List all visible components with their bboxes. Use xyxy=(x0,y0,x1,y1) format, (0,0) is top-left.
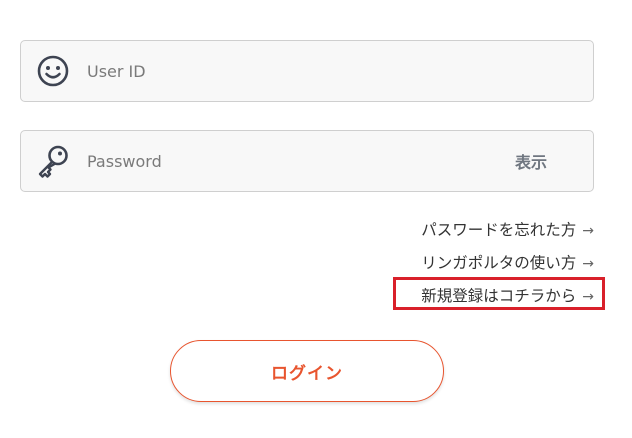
smiley-face-icon xyxy=(37,55,69,87)
login-button-label: ログイン xyxy=(271,363,343,384)
user-id-input[interactable] xyxy=(87,41,487,101)
password-field[interactable]: 表示 xyxy=(20,130,594,192)
password-input[interactable] xyxy=(87,131,487,191)
forgot-password-label: パスワードを忘れた方 xyxy=(421,221,577,239)
arrow-right-icon: → xyxy=(582,223,594,239)
register-label: 新規登録はコチラから xyxy=(421,287,577,305)
register-link[interactable]: 新規登録はコチラから → xyxy=(421,280,594,313)
how-to-use-label: リンガポルタの使い方 xyxy=(421,254,577,272)
forgot-password-link[interactable]: パスワードを忘れた方 → xyxy=(421,214,594,247)
help-links: パスワードを忘れた方 → リンガポルタの使い方 → 新規登録はコチラから → xyxy=(421,214,594,313)
how-to-use-link[interactable]: リンガポルタの使い方 → xyxy=(421,247,594,280)
user-id-field[interactable] xyxy=(20,40,594,102)
login-button[interactable]: ログイン xyxy=(170,340,444,402)
arrow-right-icon: → xyxy=(582,256,594,272)
login-page: 表示 パスワードを忘れた方 → リンガポルタの使い方 → 新規登録はコチラから → ロ… xyxy=(0,0,632,438)
show-password-toggle[interactable]: 表示 xyxy=(515,149,547,173)
arrow-right-icon: → xyxy=(582,289,594,305)
key-icon xyxy=(38,145,68,178)
